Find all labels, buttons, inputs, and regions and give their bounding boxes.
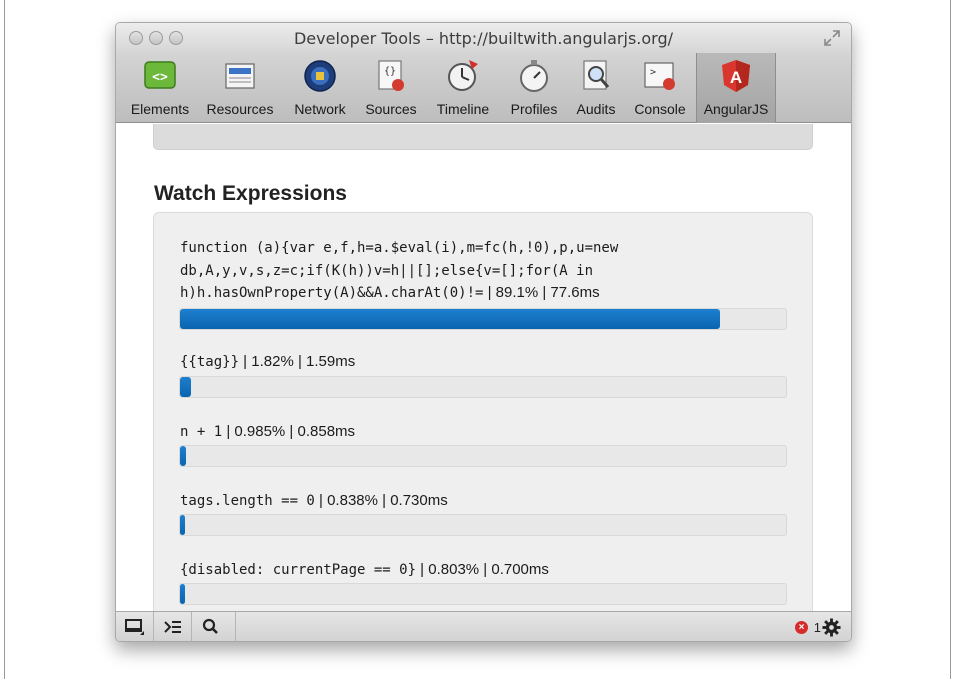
svg-text:A: A [730,68,742,87]
watch-code-line: db,A,y,v,s,z=c;if(K(h))v=h||[];else{v=[]… [180,262,594,279]
watch-time-bar-fill [180,515,186,535]
network-icon [304,60,336,92]
watch-code-line: {{tag}} [180,354,240,370]
watch-time-bar-fill [180,377,192,397]
tab-resources[interactable]: Resources [200,53,280,123]
tab-angularjs[interactable]: A AngularJS [696,53,776,123]
watch-code-line: h)h.hasOwnProperty(A)&&A.charAt(0)!= [180,285,484,301]
watch-stats: | 1.82% | 1.59ms [239,353,356,370]
watch-code-line: n + 1 [180,424,223,440]
page-border-left [4,0,5,679]
watch-time-bar [179,514,787,536]
gear-icon[interactable] [822,618,841,637]
watch-stats: | 0.838% | 0.730ms [314,492,448,509]
status-bar: × 1 [116,611,851,641]
panel-toolbar: <> Elements Resources Network {} Sources… [116,53,851,123]
search-button[interactable] [192,612,236,641]
watch-expression-item: tags.length == 0 | 0.838% | 0.730ms [180,490,790,513]
previous-section-panel [153,124,813,150]
watch-stats: | 0.985% | 0.858ms [222,423,356,440]
tab-console[interactable]: > Console [627,53,693,123]
dock-icon [125,619,144,635]
watch-time-bar [179,445,787,467]
watch-time-bar [179,308,787,330]
watch-expression-item: {{tag}} | 1.82% | 1.59ms [180,351,790,374]
svg-text:{}: {} [384,66,396,77]
console-icon: > [644,62,675,90]
angularjs-icon: A [722,60,750,92]
sources-icon: {} [378,60,404,91]
svg-text:<>: <> [152,70,168,85]
console-drawer-icon [164,621,181,633]
resources-icon [225,63,255,89]
window-title: Developer Tools – http://builtwith.angul… [293,29,674,48]
watch-stats: | 89.1% | 77.6ms [483,284,600,301]
watch-expression-item: n + 1 | 0.985% | 0.858ms [180,421,790,444]
timeline-icon [448,60,478,91]
dock-toggle-button[interactable] [116,612,154,641]
tab-elements[interactable]: <> Elements [124,53,196,123]
watch-time-bar-fill [180,584,185,604]
tab-timeline[interactable]: Timeline [428,53,498,123]
watch-time-bar-fill [180,446,186,466]
show-console-button[interactable] [154,612,192,641]
watch-time-bar [179,583,787,605]
tab-profiles[interactable]: Profiles [502,53,566,123]
tab-audits[interactable]: Audits [568,53,624,123]
devtools-window: Developer Tools – http://builtwith.angul… [115,22,852,642]
audits-icon [583,60,610,90]
watch-code-line: {disabled: currentPage == 0} [180,562,417,578]
error-count[interactable]: 1 [814,620,821,635]
section-title: Watch Expressions [154,182,347,205]
title-bar: Developer Tools – http://builtwith.angul… [116,23,851,53]
error-icon[interactable]: × [795,621,808,634]
svg-text:>: > [650,67,656,78]
watch-time-bar [179,376,787,398]
tab-network[interactable]: Network [284,53,356,123]
watch-code-line: tags.length == 0 [180,493,315,509]
profiles-icon [520,60,548,92]
tab-sources[interactable]: {} Sources [358,53,424,123]
search-icon [202,618,218,634]
watch-expression-item: {disabled: currentPage == 0} | 0.803% | … [180,559,790,582]
watch-expression-item: function (a){var e,f,h=a.$eval(i),m=fc(h… [180,237,790,305]
watch-time-bar-fill [180,309,720,329]
angularjs-panel: Watch Expressions function (a){var e,f,h… [116,124,851,611]
page-border-right [950,0,951,679]
watch-code-line: function (a){var e,f,h=a.$eval(i),m=fc(h… [180,240,619,256]
elements-icon: <> [144,61,176,89]
fullscreen-icon[interactable] [823,29,841,47]
watch-stats: | 0.803% | 0.700ms [416,561,549,578]
